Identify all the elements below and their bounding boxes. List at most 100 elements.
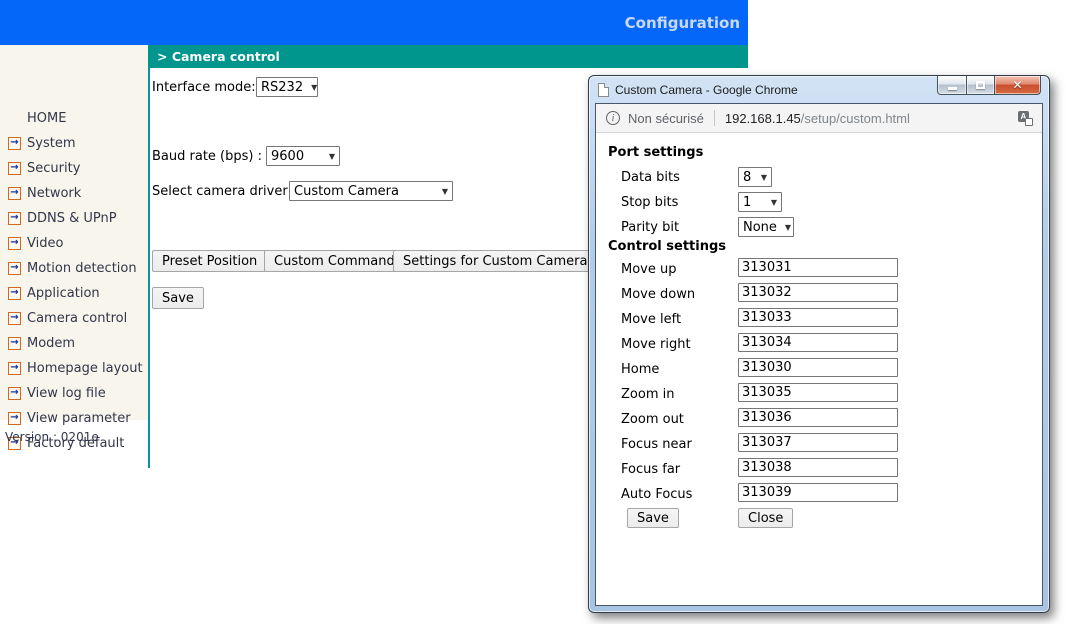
auto-focus-input[interactable] [738, 483, 898, 502]
arrow-icon: → [8, 137, 21, 150]
zoom-in-input[interactable] [738, 383, 898, 402]
parity-bit-value: None [743, 220, 777, 235]
sidebar-item-view-log-file[interactable]: → View log file [0, 383, 106, 403]
camera-driver-label: Select camera driver: [152, 184, 292, 199]
popup-save-button[interactable]: Save [627, 508, 679, 528]
focus-far-label: Focus far [621, 462, 680, 477]
sidebar-item-motion-detection[interactable]: →Motion detection [0, 258, 137, 278]
stop-bits-select[interactable]: 1▼ [738, 192, 782, 212]
arrow-icon: → [8, 212, 21, 225]
data-bits-value: 8 [743, 170, 751, 185]
preset-position-button[interactable]: Preset Position [152, 250, 267, 272]
chevron-down-icon: ▼ [329, 152, 335, 161]
minimize-icon [948, 87, 957, 90]
popup-body: i Non sécurisé 192.168.1.45/setup/custom… [595, 103, 1043, 606]
custom-command-button[interactable]: Custom Command [264, 250, 405, 272]
zoom-in-label: Zoom in [621, 387, 674, 402]
sidebar-item-homepage-layout[interactable]: →Homepage layout [0, 358, 143, 378]
sidebar-item-video[interactable]: → Video [0, 233, 63, 253]
sidebar-item-modem[interactable]: → Modem [0, 333, 75, 353]
camera-driver-value: Custom Camera [294, 184, 399, 199]
stop-bits-label: Stop bits [621, 195, 678, 210]
chevron-down-icon: ▼ [442, 187, 448, 196]
sidebar-item-system[interactable]: → System [0, 133, 75, 153]
focus-far-input[interactable] [738, 458, 898, 477]
translate-icon[interactable] [1018, 111, 1033, 126]
chevron-down-icon: ▼ [771, 198, 777, 207]
window-controls: ✕ [937, 76, 1041, 95]
move-up-input[interactable] [738, 258, 898, 277]
url-host: 192.168.1.45 [725, 111, 801, 126]
move-up-label: Move up [621, 262, 677, 277]
sidebar-item-network[interactable]: → Network [0, 183, 81, 203]
move-down-label: Move down [621, 287, 695, 302]
move-right-input[interactable] [738, 333, 898, 352]
sidebar-item-application[interactable]: →Application [0, 283, 100, 303]
arrow-icon: → [8, 412, 21, 425]
arrow-icon: → [8, 162, 21, 175]
interface-mode-label: Interface mode: [152, 80, 256, 95]
sidebar-item-label: Network [27, 186, 81, 201]
zoom-out-input[interactable] [738, 408, 898, 427]
parity-bit-select[interactable]: None▼ [738, 217, 794, 237]
chevron-down-icon: ▼ [761, 173, 767, 182]
sidebar-item-label: Video [27, 236, 63, 251]
focus-near-label: Focus near [621, 437, 692, 452]
popup-close-button[interactable]: Close [738, 508, 793, 528]
sidebar-item-camera-control[interactable]: → Camera control [0, 308, 127, 328]
arrow-icon: → [8, 237, 21, 250]
sidebar-item-security[interactable]: →Security [0, 158, 80, 178]
arrow-icon: → [8, 387, 21, 400]
data-bits-label: Data bits [621, 170, 680, 185]
sidebar-item-view-parameter[interactable]: →View parameter [0, 408, 131, 428]
content-divider [148, 68, 150, 468]
home-label: Home [621, 362, 659, 377]
data-bits-select[interactable]: 8▼ [738, 167, 772, 187]
arrow-icon: → [8, 312, 21, 325]
close-button[interactable]: ✕ [995, 76, 1041, 95]
minimize-button[interactable] [937, 76, 967, 95]
arrow-icon: → [8, 262, 21, 275]
popup-page: Port settings Data bits 8▼ Stop bits 1▼ … [596, 133, 1042, 605]
arrow-icon: → [8, 187, 21, 200]
address-bar[interactable]: i Non sécurisé 192.168.1.45/setup/custom… [596, 104, 1042, 133]
arrow-icon: → [8, 362, 21, 375]
stop-bits-value: 1 [743, 195, 751, 210]
sidebar-item-label: HOME [27, 111, 66, 126]
move-right-label: Move right [621, 337, 691, 352]
sidebar: HOME → System →Security → Network →DDNS & … [0, 45, 148, 420]
move-left-label: Move left [621, 312, 681, 327]
sidebar-item-label: Modem [27, 336, 75, 351]
interface-mode-value: RS232 [261, 80, 303, 95]
camera-driver-select[interactable]: Custom Camera ▼ [289, 181, 453, 201]
sidebar-item-label: Camera control [27, 311, 127, 326]
focus-near-input[interactable] [738, 433, 898, 452]
sidebar-item-label: Application [27, 286, 100, 301]
home-input[interactable] [738, 358, 898, 377]
sidebar-item-label: System [27, 136, 75, 151]
section-title-bar: > Camera control [148, 45, 748, 68]
sidebar-item-label: View log file [27, 386, 106, 401]
arrow-icon: → [8, 337, 21, 350]
maximize-icon [976, 81, 985, 89]
move-left-input[interactable] [738, 308, 898, 327]
page-favicon-icon [598, 83, 609, 97]
screen: Configuration HOME → System →Security → Ne… [0, 0, 1066, 624]
move-down-input[interactable] [738, 283, 898, 302]
sidebar-item-home[interactable]: HOME [0, 108, 66, 128]
settings-for-custom-camera-button[interactable]: Settings for Custom Camera [393, 250, 597, 272]
baud-rate-value: 9600 [271, 149, 304, 164]
address-separator [714, 110, 715, 126]
sidebar-item-ddns-upnp[interactable]: →DDNS & UPnP [0, 208, 117, 228]
top-header-bar: Configuration [0, 0, 748, 45]
save-button[interactable]: Save [152, 287, 204, 309]
configuration-title: Configuration [625, 14, 748, 32]
interface-mode-select[interactable]: RS232▼ [256, 77, 318, 97]
custom-camera-popup-window: Custom Camera - Google Chrome ✕ i Non sé… [588, 75, 1050, 613]
security-label: Non sécurisé [628, 111, 704, 126]
maximize-button[interactable] [967, 76, 995, 95]
baud-rate-select[interactable]: 9600 ▼ [266, 146, 340, 166]
popup-titlebar[interactable]: Custom Camera - Google Chrome ✕ [589, 76, 1049, 103]
control-settings-heading: Control settings [608, 239, 726, 254]
info-icon[interactable]: i [606, 111, 620, 125]
